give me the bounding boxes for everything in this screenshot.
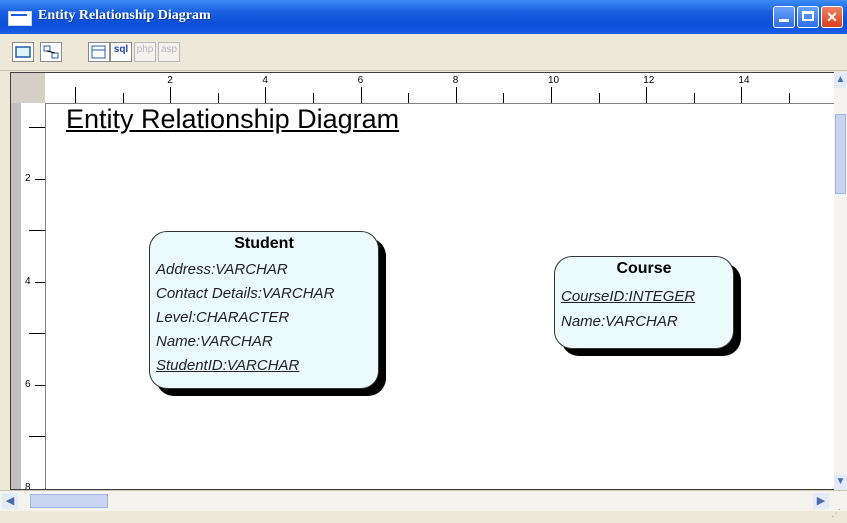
window-title: Entity Relationship Diagram xyxy=(38,8,211,23)
ruler-label: 10 xyxy=(548,75,560,86)
attribute: Address:VARCHAR xyxy=(156,261,288,278)
vertical-scroll-thumb[interactable] xyxy=(835,114,846,194)
ruler-tick xyxy=(75,87,76,103)
ruler-tick xyxy=(598,93,600,103)
ruler-label: 12 xyxy=(643,75,655,86)
toolbar: sql php asp xyxy=(0,34,847,71)
table-tool-icon xyxy=(91,45,106,59)
ruler-tick xyxy=(408,93,410,103)
ruler-tick xyxy=(503,93,505,103)
ruler-tick xyxy=(29,127,45,128)
attribute: Level:CHARACTER xyxy=(156,309,290,326)
ruler-corner xyxy=(11,73,46,104)
minimize-button[interactable] xyxy=(773,6,795,28)
ruler-tick xyxy=(170,87,172,103)
ruler-tick xyxy=(35,178,45,180)
close-icon: ✕ xyxy=(826,9,838,25)
title-bar[interactable]: Entity Relationship Diagram ✕ xyxy=(0,0,847,34)
ruler-tick xyxy=(35,384,45,386)
entity-tool-button[interactable] xyxy=(12,42,34,62)
ruler-label: 8 xyxy=(25,481,31,490)
sql-icon: sql xyxy=(113,44,129,55)
asp-button[interactable]: asp xyxy=(158,42,180,62)
maximize-button[interactable] xyxy=(797,6,819,28)
ruler-tick xyxy=(693,93,695,103)
ruler-tick xyxy=(265,87,267,103)
ruler-tick xyxy=(29,333,45,334)
scroll-up-icon[interactable]: ▲ xyxy=(834,72,847,88)
diagram-title: Entity Relationship Diagram xyxy=(66,104,400,134)
entity-student[interactable]: Student Address:VARCHAR Contact Details:… xyxy=(149,231,379,389)
table-tool-button[interactable] xyxy=(88,42,110,62)
relationship-tool-icon xyxy=(43,45,59,59)
ruler-label: 14 xyxy=(738,75,750,86)
ruler-tick xyxy=(29,230,45,231)
horizontal-scroll-thumb[interactable] xyxy=(30,494,108,508)
diagram-canvas[interactable]: 246810121416 2468 Entity Relationship Di… xyxy=(10,72,836,490)
ruler-tick xyxy=(455,87,457,103)
entity-name: Course xyxy=(616,260,672,277)
ruler-tick xyxy=(35,281,45,283)
relationship-tool-button[interactable] xyxy=(40,42,62,62)
ruler-label: 2 xyxy=(167,75,173,86)
attribute: Name:VARCHAR xyxy=(156,333,273,350)
maximize-icon xyxy=(802,11,814,21)
close-button[interactable]: ✕ xyxy=(821,6,843,28)
ruler-tick xyxy=(360,87,362,103)
ruler-label: 4 xyxy=(25,275,31,287)
ruler-tick xyxy=(646,87,648,103)
vertical-ruler-strip xyxy=(11,103,21,489)
horizontal-ruler: 246810121416 xyxy=(45,73,835,104)
resize-grip-icon[interactable]: ⋰ xyxy=(831,508,845,522)
php-icon: php xyxy=(136,44,154,55)
php-button[interactable]: php xyxy=(134,42,156,62)
minimize-icon xyxy=(779,19,789,22)
ruler-tick xyxy=(551,87,552,103)
vertical-scrollbar[interactable]: ▲ ▼ xyxy=(834,72,847,490)
window-icon xyxy=(8,11,32,26)
attribute: Name:VARCHAR xyxy=(561,313,678,330)
ruler-label: 4 xyxy=(262,75,268,86)
asp-icon: asp xyxy=(160,44,178,55)
scroll-right-icon[interactable]: ▶ xyxy=(813,493,829,509)
primary-key-attribute: StudentID:VARCHAR xyxy=(156,357,300,374)
ruler-tick xyxy=(313,93,314,103)
ruler-tick xyxy=(29,436,45,437)
ruler-tick xyxy=(122,93,124,103)
ruler-tick xyxy=(789,93,790,103)
ruler-label: 6 xyxy=(357,75,364,86)
primary-key-attribute: CourseID:INTEGER xyxy=(561,288,696,305)
scroll-left-icon[interactable]: ◀ xyxy=(2,493,18,509)
entity-name: Student xyxy=(234,235,294,252)
scroll-down-icon[interactable]: ▼ xyxy=(834,474,847,490)
ruler-label: 8 xyxy=(452,75,459,86)
attribute: Contact Details:VARCHAR xyxy=(156,285,335,302)
application-window: Entity Relationship Diagram ✕ sql php as… xyxy=(0,0,847,523)
ruler-tick xyxy=(217,93,219,103)
ruler-tick xyxy=(741,87,743,103)
horizontal-scrollbar[interactable]: ◀ ▶ xyxy=(0,490,847,511)
sql-button[interactable]: sql xyxy=(110,42,132,62)
ruler-label: 2 xyxy=(25,172,31,184)
ruler-label: 6 xyxy=(25,378,31,390)
entity-course[interactable]: Course CourseID:INTEGER Name:VARCHAR xyxy=(554,256,734,349)
entity-tool-icon xyxy=(15,46,31,58)
